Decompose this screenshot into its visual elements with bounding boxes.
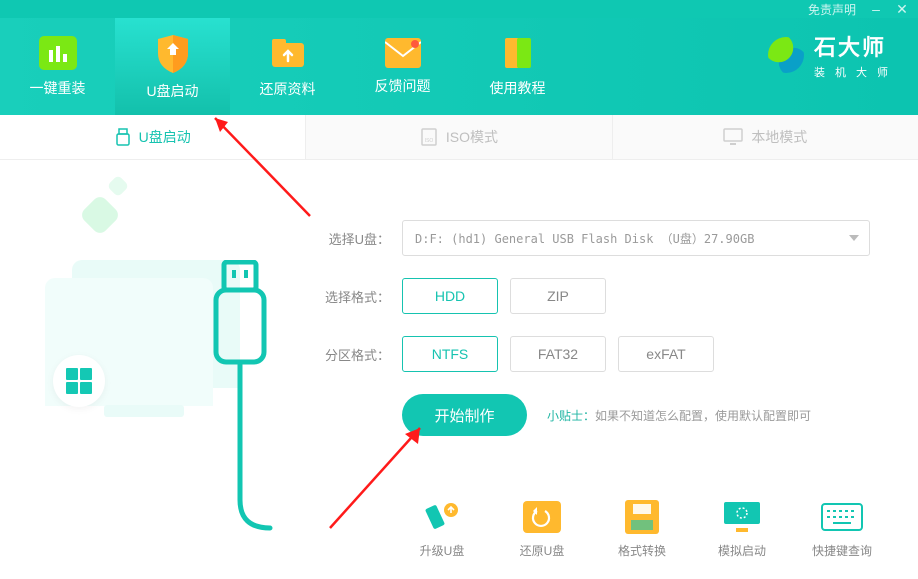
nav-label: 反馈问题 [375, 76, 431, 96]
nav-usb-boot[interactable]: U盘启动 [115, 18, 230, 115]
brand-logo-icon [768, 37, 804, 73]
tool-hotkey-lookup[interactable]: 快捷键查询 [806, 500, 878, 559]
header: 一键重装 U盘启动 还原资料 反馈问题 使用教程 石大师 装机大师 [0, 18, 918, 115]
tool-label: 模拟启动 [718, 542, 766, 559]
sub-tabs: U盘启动 ISO ISO模式 本地模式 [0, 115, 918, 160]
select-format-label: 选择格式： [318, 287, 390, 306]
partition-option-ntfs[interactable]: NTFS [402, 336, 498, 372]
tool-label: 快捷键查询 [812, 542, 872, 559]
tool-label: 升级U盘 [420, 542, 465, 559]
partition-option-fat32[interactable]: FAT32 [510, 336, 606, 372]
tool-simulate-boot[interactable]: 模拟启动 [706, 500, 778, 559]
tool-upgrade-usb[interactable]: 升级U盘 [406, 500, 478, 559]
format-option-zip[interactable]: ZIP [510, 278, 606, 314]
format-option-hdd[interactable]: HDD [402, 278, 498, 314]
minimize-button[interactable]: – [870, 3, 882, 15]
tab-local-mode[interactable]: 本地模式 [613, 115, 918, 159]
tab-label: ISO模式 [446, 127, 498, 147]
book-icon [501, 36, 535, 70]
monitor-boot-icon [721, 500, 763, 534]
tab-iso-mode[interactable]: ISO ISO模式 [306, 115, 612, 159]
window-titlebar: 免责声明 – ✕ [0, 0, 918, 18]
shield-usb-icon [156, 33, 190, 73]
iso-file-icon: ISO [420, 128, 438, 146]
floppy-icon [621, 500, 663, 534]
select-disk-label: 选择U盘： [318, 229, 390, 248]
brand-area: 石大师 装机大师 [768, 30, 898, 80]
svg-text:ISO: ISO [425, 138, 434, 144]
tool-label: 格式转换 [618, 542, 666, 559]
envelope-icon [385, 38, 421, 68]
start-create-button[interactable]: 开始制作 [402, 394, 527, 436]
nav-label: 一键重装 [30, 78, 86, 98]
nav-feedback[interactable]: 反馈问题 [345, 18, 460, 115]
nav-tutorial[interactable]: 使用教程 [460, 18, 575, 115]
partition-format-label: 分区格式： [318, 345, 390, 364]
brand-name: 石大师 [814, 30, 898, 62]
keyboard-icon [821, 500, 863, 534]
tool-label: 还原U盘 [520, 542, 565, 559]
tab-label: 本地模式 [751, 127, 807, 147]
usb-illustration [0, 160, 300, 579]
partition-option-exfat[interactable]: exFAT [618, 336, 714, 372]
nav-label: 还原资料 [260, 79, 316, 99]
folder-up-icon [270, 35, 306, 71]
disk-dropdown[interactable]: D:F: (hd1) General USB Flash Disk （U盘）27… [402, 220, 870, 256]
tab-label: U盘启动 [139, 127, 191, 147]
bar-chart-icon [39, 36, 77, 70]
close-button[interactable]: ✕ [896, 3, 908, 15]
nav-one-click-reinstall[interactable]: 一键重装 [0, 18, 115, 115]
nav-label: U盘启动 [146, 81, 198, 101]
top-nav: 一键重装 U盘启动 还原资料 反馈问题 使用教程 [0, 18, 575, 115]
tool-restore-usb[interactable]: 还原U盘 [506, 500, 578, 559]
nav-restore-data[interactable]: 还原资料 [230, 18, 345, 115]
disk-dropdown-value: D:F: (hd1) General USB Flash Disk （U盘）27… [415, 230, 754, 247]
usb-upgrade-icon [421, 500, 463, 534]
tab-usb-boot[interactable]: U盘启动 [0, 115, 306, 159]
chevron-down-icon [849, 235, 859, 241]
brand-subtitle: 装机大师 [814, 64, 898, 80]
monitor-icon [723, 128, 743, 146]
nav-label: 使用教程 [490, 78, 546, 98]
config-tip: 小贴士：如果不知道怎么配置，使用默认配置即可 [547, 407, 811, 424]
tool-format-convert[interactable]: 格式转换 [606, 500, 678, 559]
usb-restore-icon [521, 500, 563, 534]
footer-tools: 升级U盘 还原U盘 格式转换 模拟启动 快捷键查询 [406, 500, 878, 559]
usb-icon [115, 128, 131, 146]
disclaimer-link[interactable]: 免责声明 [808, 1, 856, 18]
